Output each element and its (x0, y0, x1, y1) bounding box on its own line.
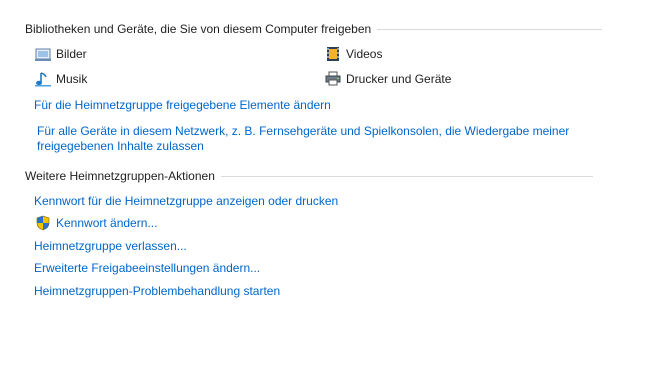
share-item-printers: Drucker und Geräte (325, 70, 451, 88)
change-password-link[interactable]: Kennwort ändern... (56, 216, 157, 230)
share-item-label: Drucker und Geräte (346, 72, 452, 86)
printer-icon (325, 71, 341, 87)
advanced-sharing-settings-link[interactable]: Erweiterte Freigabeeinstellungen ändern.… (34, 261, 260, 275)
section-divider (220, 175, 593, 177)
leave-homegroup-link[interactable]: Heimnetzgruppe verlassen... (34, 239, 187, 253)
change-shared-items-link[interactable]: Für die Heimnetzgruppe freigegebene Elem… (34, 98, 331, 112)
videos-library-icon (325, 46, 341, 62)
libraries-section-title: Bibliotheken und Geräte, die Sie von die… (25, 22, 372, 36)
actions-section-title: Weitere Heimnetzgruppen-Aktionen (25, 169, 215, 183)
allow-devices-stream-link[interactable]: Für alle Geräte in diesem Netzwerk, z. B… (37, 124, 597, 154)
show-print-password-link[interactable]: Kennwort für die Heimnetzgruppe anzeigen… (34, 194, 338, 208)
share-item-label: Musik (56, 72, 88, 86)
share-item-label: Videos (346, 47, 383, 61)
music-library-icon (35, 71, 51, 87)
share-item-label: Bilder (56, 47, 87, 61)
troubleshooter-link[interactable]: Heimnetzgruppen-Problembehandlung starte… (34, 284, 280, 298)
section-divider (377, 28, 603, 30)
libraries-section-header: Bibliotheken und Geräte, die Sie von die… (25, 22, 603, 36)
uac-shield-icon (35, 215, 51, 231)
share-item-music: Musik (35, 70, 87, 88)
actions-section-header: Weitere Heimnetzgruppen-Aktionen (25, 169, 593, 183)
pictures-library-icon (35, 46, 51, 62)
share-item-pictures: Bilder (35, 45, 87, 63)
share-item-videos: Videos (325, 45, 382, 63)
